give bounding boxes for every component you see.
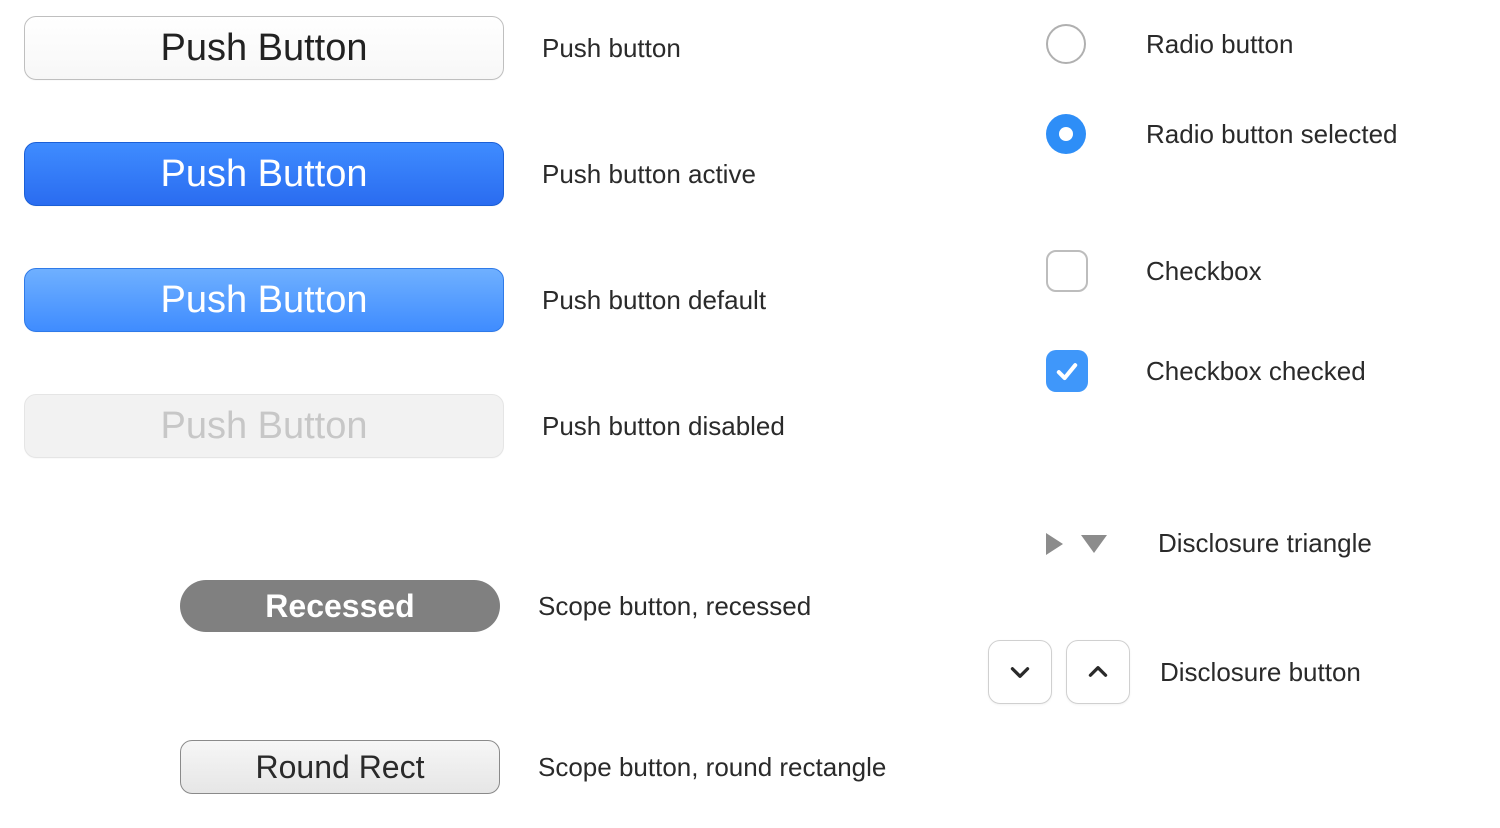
scope-button-round-rect-caption: Scope button, round rectangle bbox=[538, 752, 886, 783]
radio-button-caption: Radio button bbox=[1146, 29, 1293, 60]
push-button-label: Push Button bbox=[160, 27, 367, 70]
disclosure-triangle-right-icon[interactable] bbox=[1046, 533, 1063, 555]
scope-button-recessed-caption: Scope button, recessed bbox=[538, 591, 811, 622]
checkbox[interactable] bbox=[1046, 250, 1088, 292]
disclosure-triangle-caption: Disclosure triangle bbox=[1158, 528, 1372, 559]
push-button-disabled-label: Push Button bbox=[160, 405, 367, 448]
chevron-down-icon bbox=[1007, 659, 1033, 685]
push-button-caption: Push button bbox=[542, 33, 681, 64]
disclosure-button-down[interactable] bbox=[988, 640, 1052, 704]
push-button-default-label: Push Button bbox=[160, 279, 367, 322]
disclosure-button-up[interactable] bbox=[1066, 640, 1130, 704]
push-button-disabled: Push Button bbox=[24, 394, 504, 458]
scope-button-round-rect[interactable]: Round Rect bbox=[180, 740, 500, 794]
push-button-active[interactable]: Push Button bbox=[24, 142, 504, 206]
radio-dot-icon bbox=[1059, 127, 1073, 141]
scope-button-recessed[interactable]: Recessed bbox=[180, 580, 500, 632]
push-button-disabled-caption: Push button disabled bbox=[542, 411, 785, 442]
scope-button-round-rect-label: Round Rect bbox=[256, 749, 425, 786]
chevron-up-icon bbox=[1085, 659, 1111, 685]
push-button-default[interactable]: Push Button bbox=[24, 268, 504, 332]
radio-button-selected[interactable] bbox=[1046, 114, 1086, 154]
radio-button[interactable] bbox=[1046, 24, 1086, 64]
disclosure-button-caption: Disclosure button bbox=[1160, 657, 1361, 688]
push-button[interactable]: Push Button bbox=[24, 16, 504, 80]
check-icon bbox=[1053, 357, 1081, 385]
scope-button-recessed-label: Recessed bbox=[265, 588, 414, 625]
checkbox-checked[interactable] bbox=[1046, 350, 1088, 392]
checkbox-caption: Checkbox bbox=[1146, 256, 1262, 287]
push-button-default-caption: Push button default bbox=[542, 285, 766, 316]
checkbox-checked-caption: Checkbox checked bbox=[1146, 356, 1366, 387]
push-button-active-label: Push Button bbox=[160, 153, 367, 196]
push-button-active-caption: Push button active bbox=[542, 159, 756, 190]
radio-button-selected-caption: Radio button selected bbox=[1146, 119, 1398, 150]
disclosure-triangle-down-icon[interactable] bbox=[1081, 535, 1107, 553]
